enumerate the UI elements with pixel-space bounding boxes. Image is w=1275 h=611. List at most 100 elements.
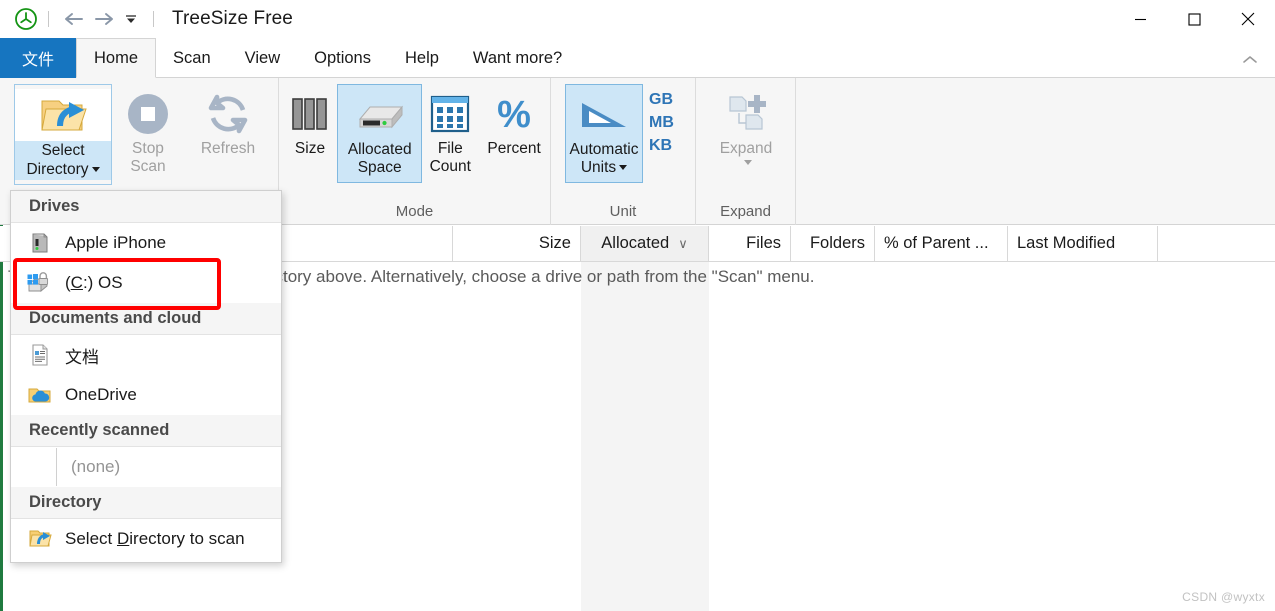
tab-view[interactable]: View xyxy=(228,38,297,78)
ribbon-group-unit-label: Unit xyxy=(609,202,637,220)
accel-c: C xyxy=(70,273,83,292)
file-count-label-line2: Count xyxy=(429,158,471,176)
allocated-space-label-line1: Allocated xyxy=(347,141,412,158)
treesize-window: TreeSize Free 文件 Home Scan View Options … xyxy=(0,0,1275,611)
column-header-allocated[interactable]: Allocated ∨ xyxy=(581,226,709,261)
sorted-column-band xyxy=(581,262,709,611)
ribbon-empty-area xyxy=(795,78,1275,225)
onedrive-cloud-icon xyxy=(23,380,57,410)
column-header-percent-of-parent[interactable]: % of Parent ... xyxy=(875,226,1008,261)
tab-options[interactable]: Options xyxy=(297,38,388,78)
dropdown-item-documents[interactable]: 文档 xyxy=(11,335,281,375)
select-directory-button[interactable]: Select Directory xyxy=(14,84,112,185)
size-mode-button[interactable]: Size xyxy=(283,84,337,162)
dropdown-item-onedrive[interactable]: OneDrive xyxy=(11,375,281,415)
percent-icon: % xyxy=(491,88,537,140)
unit-option-kb[interactable]: KB xyxy=(649,136,674,156)
treesize-logo-icon xyxy=(14,7,38,31)
dropdown-item-apple-iphone-label: Apple iPhone xyxy=(65,233,167,252)
titlebar-separator-2 xyxy=(153,11,154,27)
chevron-up-icon[interactable] xyxy=(1239,48,1261,70)
dropdown-item-onedrive-label: OneDrive xyxy=(65,385,137,404)
dropdown-item-apple-iphone[interactable]: Apple iPhone xyxy=(11,223,281,263)
device-drive-icon xyxy=(23,228,57,258)
hard-drive-icon xyxy=(352,89,408,141)
accel-d: D xyxy=(116,529,130,548)
open-folder-arrow-icon xyxy=(23,524,57,554)
three-bars-icon xyxy=(288,88,332,140)
watermark: CSDN @wyxtx xyxy=(1182,590,1265,604)
title-bar: TreeSize Free xyxy=(0,0,1275,38)
ribbon-group-mode-label: Mode xyxy=(395,202,434,220)
refresh-label: Refresh xyxy=(200,140,256,157)
column-header-allocated-label: Allocated xyxy=(601,234,670,252)
ribbon-group-unit: Automatic Units GB MB KB Unit xyxy=(550,78,695,225)
dropdown-item-select-directory-to-scan[interactable]: Select Directory to scan xyxy=(11,519,281,559)
titlebar-separator-1 xyxy=(48,11,49,27)
column-header-files[interactable]: Files xyxy=(709,226,791,261)
expand-caret-icon xyxy=(743,159,752,165)
tab-want-more[interactable]: Want more? xyxy=(456,38,579,78)
column-header-filler xyxy=(1158,226,1275,261)
automatic-units-label-line1: Automatic xyxy=(569,141,639,158)
file-count-button[interactable]: File Count xyxy=(422,84,478,181)
select-directory-dropdown: Drives Apple iPhone (C:) OS Documents an… xyxy=(10,190,282,563)
dropdown-item-select-directory-to-scan-label: Select Directory to scan xyxy=(65,529,245,548)
ribbon-group-expand: Expand Expand xyxy=(695,78,795,225)
dropdown-item-c-os-label: (C:) OS xyxy=(65,273,123,292)
unit-options: GB MB KB xyxy=(643,84,684,156)
allocated-space-label-line2: Space xyxy=(357,159,402,177)
dropdown-section-header-recently-scanned: Recently scanned xyxy=(11,415,281,447)
forward-arrow-icon[interactable] xyxy=(89,6,119,32)
percent-button[interactable]: % Percent xyxy=(478,84,550,162)
automatic-units-label-line2: Units xyxy=(580,159,617,177)
size-mode-label: Size xyxy=(294,140,326,157)
unit-option-mb[interactable]: MB xyxy=(649,113,674,133)
column-header-size[interactable]: Size xyxy=(453,226,581,261)
ribbon-group-mode: Size Allocated Space File Count % Percen… xyxy=(278,78,550,225)
refresh-circular-arrows-icon xyxy=(204,88,252,140)
ribbon-tab-bar: 文件 Home Scan View Options Help Want more… xyxy=(0,38,1275,78)
refresh-button: Refresh xyxy=(184,84,272,162)
dropdown-section-header-directory: Directory xyxy=(11,487,281,519)
close-button[interactable] xyxy=(1221,0,1275,38)
tab-home[interactable]: Home xyxy=(76,38,157,78)
empty-icon-slot xyxy=(23,448,57,486)
dropdown-section-header-documents-and-cloud: Documents and cloud xyxy=(11,303,281,335)
maximize-button[interactable] xyxy=(1167,0,1221,38)
select-directory-caret-icon[interactable] xyxy=(91,166,100,172)
column-header-last-modified[interactable]: Last Modified xyxy=(1008,226,1158,261)
stop-circle-icon xyxy=(124,88,172,140)
stop-scan-label-line2: Scan xyxy=(130,158,166,176)
file-count-label-line1: File xyxy=(437,140,463,157)
select-directory-label-line2: Directory xyxy=(26,161,89,179)
ribbon-group-expand-label: Expand xyxy=(720,202,771,220)
back-arrow-icon[interactable] xyxy=(59,6,89,32)
tab-scan[interactable]: Scan xyxy=(156,38,228,78)
stop-scan-button: Stop Scan xyxy=(112,84,184,181)
grid-table-icon xyxy=(427,88,473,140)
column-header-folders[interactable]: Folders xyxy=(791,226,875,261)
windows-drive-icon xyxy=(23,268,57,298)
expand-label: Expand xyxy=(719,140,773,157)
sort-descending-icon: ∨ xyxy=(678,235,688,251)
dropdown-item-none: (none) xyxy=(11,447,281,487)
svg-text:%: % xyxy=(497,94,531,136)
unit-option-gb[interactable]: GB xyxy=(649,90,674,110)
select-directory-label-line1: Select xyxy=(15,141,111,161)
automatic-units-caret-icon[interactable] xyxy=(619,164,628,170)
triangle-ruler-icon xyxy=(576,89,632,141)
window-title: TreeSize Free xyxy=(172,8,293,29)
stop-scan-label-line1: Stop xyxy=(132,140,164,157)
dropdown-item-none-label: (none) xyxy=(71,457,121,476)
tab-help[interactable]: Help xyxy=(388,38,456,78)
dropdown-item-c-os[interactable]: (C:) OS xyxy=(11,263,281,303)
tab-file[interactable]: 文件 xyxy=(0,38,77,78)
percent-label: Percent xyxy=(487,140,541,157)
history-dropdown-icon[interactable] xyxy=(119,6,143,32)
open-folder-arrow-icon xyxy=(15,89,111,141)
allocated-space-button[interactable]: Allocated Space xyxy=(336,84,423,183)
minimize-button[interactable] xyxy=(1113,0,1167,38)
automatic-units-button[interactable]: Automatic Units xyxy=(565,84,643,183)
expand-nodes-plus-icon xyxy=(720,88,772,140)
